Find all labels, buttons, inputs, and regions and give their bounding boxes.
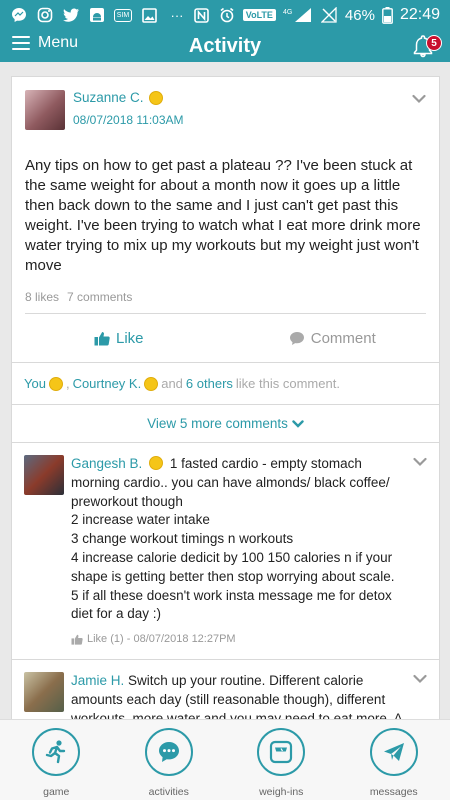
comment-like-meta[interactable]: Like (1) - 08/07/2018 12:27PM <box>87 630 236 649</box>
battery-percent: 46% <box>344 6 375 24</box>
twitter-icon <box>62 6 80 24</box>
view-more-label: View 5 more comments <box>147 416 288 431</box>
avatar[interactable] <box>25 90 65 130</box>
messenger-icon <box>10 6 28 24</box>
chevron-down-icon[interactable] <box>412 92 426 106</box>
chevron-down-icon[interactable] <box>413 672 427 686</box>
alarm-icon <box>218 6 236 24</box>
likers-summary: You , Courtney K. and 6 others like this… <box>12 362 439 404</box>
post-actions: Like Comment <box>12 314 439 362</box>
volte-indicator: VoLTE <box>242 9 276 21</box>
nav-messages[interactable]: messages <box>338 720 450 800</box>
comment-bubble-icon <box>289 331 304 345</box>
comment-author[interactable]: Gangesh B. <box>71 456 142 471</box>
comment-item: Jamie H. Switch up your routine. Differe… <box>12 658 439 719</box>
chat-bubble-icon <box>144 728 193 776</box>
like-button[interactable]: Like <box>12 330 226 347</box>
coin-badge-icon <box>144 376 159 391</box>
nav-game[interactable]: game <box>0 720 113 800</box>
nav-weigh-ins[interactable]: weigh-ins <box>225 720 338 800</box>
liker-name[interactable]: Courtney K. <box>73 376 142 391</box>
coin-badge-icon <box>149 456 164 470</box>
notifications-button[interactable]: 5 <box>410 33 442 59</box>
post-date: 08/07/2018 11:03AM <box>73 113 184 127</box>
post-card: Suzanne C. 08/07/2018 11:03AM Any tips o… <box>11 76 440 719</box>
nfc-icon <box>193 6 211 24</box>
post-body: Any tips on how to get past a plateau ??… <box>25 157 421 274</box>
thumbs-up-icon[interactable] <box>71 634 83 645</box>
comment-body: Gangesh B. 1 fasted cardio - empty stoma… <box>71 455 427 649</box>
nav-label: activities <box>148 786 189 798</box>
chevron-down-icon <box>292 419 304 428</box>
svg-text:4G: 4G <box>283 9 292 16</box>
clock: 22:49 <box>399 6 440 23</box>
coin-badge-icon <box>148 90 163 105</box>
view-more-comments-button[interactable]: View 5 more comments <box>12 404 439 442</box>
nav-label: weigh-ins <box>259 786 304 798</box>
likers-comma: , <box>65 376 70 391</box>
comment-body: Jamie H. Switch up your routine. Differe… <box>71 672 427 719</box>
notification-badge: 5 <box>426 35 442 51</box>
paper-plane-icon <box>369 728 418 776</box>
android-icon <box>88 6 106 24</box>
liker-you[interactable]: You <box>24 376 46 391</box>
avatar[interactable] <box>24 455 64 495</box>
comment-line: 3 change workout timings n workouts <box>71 531 294 547</box>
comment-label: Comment <box>310 329 376 347</box>
scale-icon <box>257 728 306 776</box>
likes-count[interactable]: 8 likes <box>25 290 59 304</box>
menu-label: Menu <box>38 34 79 51</box>
nav-label: game <box>43 786 70 798</box>
like-label: Like <box>115 329 144 347</box>
chevron-down-icon[interactable] <box>413 455 427 469</box>
signal-icon: 4G <box>283 6 313 24</box>
thumbs-up-icon <box>94 331 110 345</box>
hamburger-icon <box>12 36 30 50</box>
comment-line: 2 increase water intake <box>71 512 210 528</box>
comment-author[interactable]: Jamie H. <box>71 673 124 688</box>
post-header: Suzanne C. 08/07/2018 11:03AM <box>25 90 426 130</box>
post: Suzanne C. 08/07/2018 11:03AM Any tips o… <box>12 77 439 314</box>
likers-others-link[interactable]: 6 others <box>186 376 233 391</box>
no-sim-signal-icon <box>320 6 338 24</box>
app-header: Menu Activity 5 <box>0 30 450 62</box>
post-stats: 8 likes 7 comments <box>25 290 426 314</box>
comment-line: 5 if all these doesn't work insta messag… <box>71 587 392 622</box>
status-bar: SIM ··· VoLTE 4G 46% 22:49 <box>0 0 450 30</box>
comment-meta: Like (1) - 08/07/2018 12:27PM <box>71 630 407 649</box>
instagram-icon <box>36 6 54 24</box>
nav-activities[interactable]: activities <box>113 720 226 800</box>
likers-and: and <box>161 376 183 391</box>
more-notifications-icon: ··· <box>170 7 184 23</box>
sim-card-icon: SIM <box>113 6 133 24</box>
menu-button[interactable]: Menu <box>12 34 78 52</box>
comment-item: Gangesh B. 1 fasted cardio - empty stoma… <box>12 442 439 659</box>
likers-suffix: like this comment. <box>235 376 340 391</box>
activity-feed[interactable]: Suzanne C. 08/07/2018 11:03AM Any tips o… <box>0 62 450 719</box>
runner-icon <box>32 728 81 776</box>
bottom-navigation: game activities weigh-ins messages <box>0 719 450 800</box>
post-author[interactable]: Suzanne C. <box>73 90 144 105</box>
coin-badge-icon <box>48 376 63 391</box>
comments-count[interactable]: 7 comments <box>67 290 132 304</box>
comment-line: 4 increase calorie dedicit by 100 150 ca… <box>71 549 395 584</box>
battery-icon <box>382 6 393 24</box>
image-icon <box>140 6 158 24</box>
nav-label: messages <box>369 786 418 798</box>
comment-button[interactable]: Comment <box>226 330 440 347</box>
avatar[interactable] <box>24 671 64 712</box>
